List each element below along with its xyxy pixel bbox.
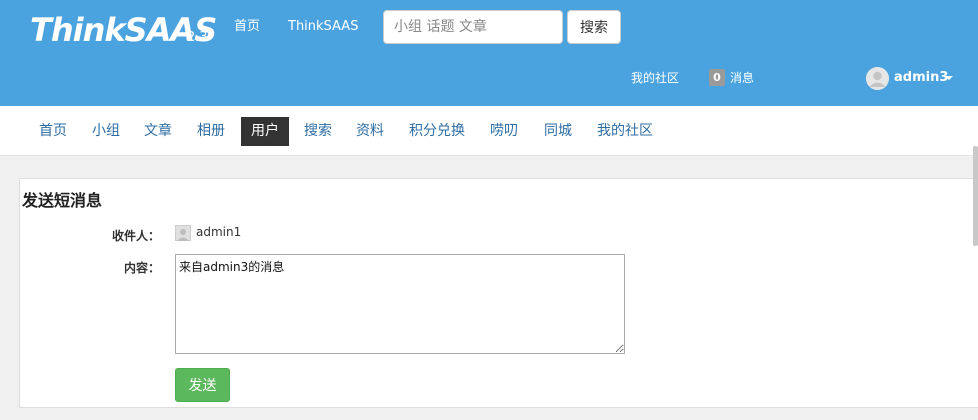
recipient-name[interactable]: admin1 (196, 225, 241, 239)
search-button[interactable]: 搜索 (567, 10, 621, 44)
nav-item-albums[interactable]: 相册 (187, 117, 235, 146)
nav-item-my-community[interactable]: 我的社区 (587, 117, 663, 146)
recipient-label: 收件人： (111, 229, 160, 243)
content-label: 内容： (123, 261, 160, 275)
top-header: ThinkSAAS 2.3 首页 ThinkSAAS 搜索 我的社区 0 消息 … (0, 0, 978, 106)
send-button[interactable]: 发送 (175, 368, 230, 402)
site-version: 2.3 (187, 30, 208, 45)
page-title: 发送短消息 (22, 191, 103, 210)
top-link-thinksaas[interactable]: ThinkSAAS (288, 19, 358, 35)
messages-link[interactable]: 消息 (730, 70, 754, 86)
nav-item-points-exchange[interactable]: 积分兑换 (399, 117, 475, 146)
search-input[interactable] (383, 10, 563, 44)
send-message-panel: 发送短消息 收件人： admin1 内容： 来自admin3的消息 发送 (19, 178, 978, 408)
nav-item-search[interactable]: 搜索 (294, 117, 342, 146)
nav-item-profile[interactable]: 资料 (346, 117, 394, 146)
nav-item-chatter[interactable]: 唠叨 (480, 117, 528, 146)
main-nav: 首页 小组 文章 相册 用户 搜索 资料 积分兑换 唠叨 同城 我的社区 (0, 106, 978, 156)
user-name[interactable]: admin3 (894, 70, 948, 86)
message-content-textarea[interactable]: 来自admin3的消息 (175, 254, 625, 354)
user-avatar-icon[interactable] (866, 67, 889, 90)
nav-item-articles[interactable]: 文章 (134, 117, 182, 146)
nav-item-home[interactable]: 首页 (29, 117, 77, 146)
page-scrollbar[interactable] (973, 146, 978, 246)
nav-item-local[interactable]: 同城 (534, 117, 582, 146)
nav-item-groups[interactable]: 小组 (82, 117, 130, 146)
top-link-home[interactable]: 首页 (234, 19, 260, 35)
my-community-link[interactable]: 我的社区 (631, 70, 679, 86)
recipient-avatar-icon (175, 225, 191, 241)
chevron-down-icon[interactable] (945, 76, 953, 80)
message-count-badge[interactable]: 0 (709, 69, 725, 86)
nav-item-users[interactable]: 用户 (241, 117, 289, 146)
